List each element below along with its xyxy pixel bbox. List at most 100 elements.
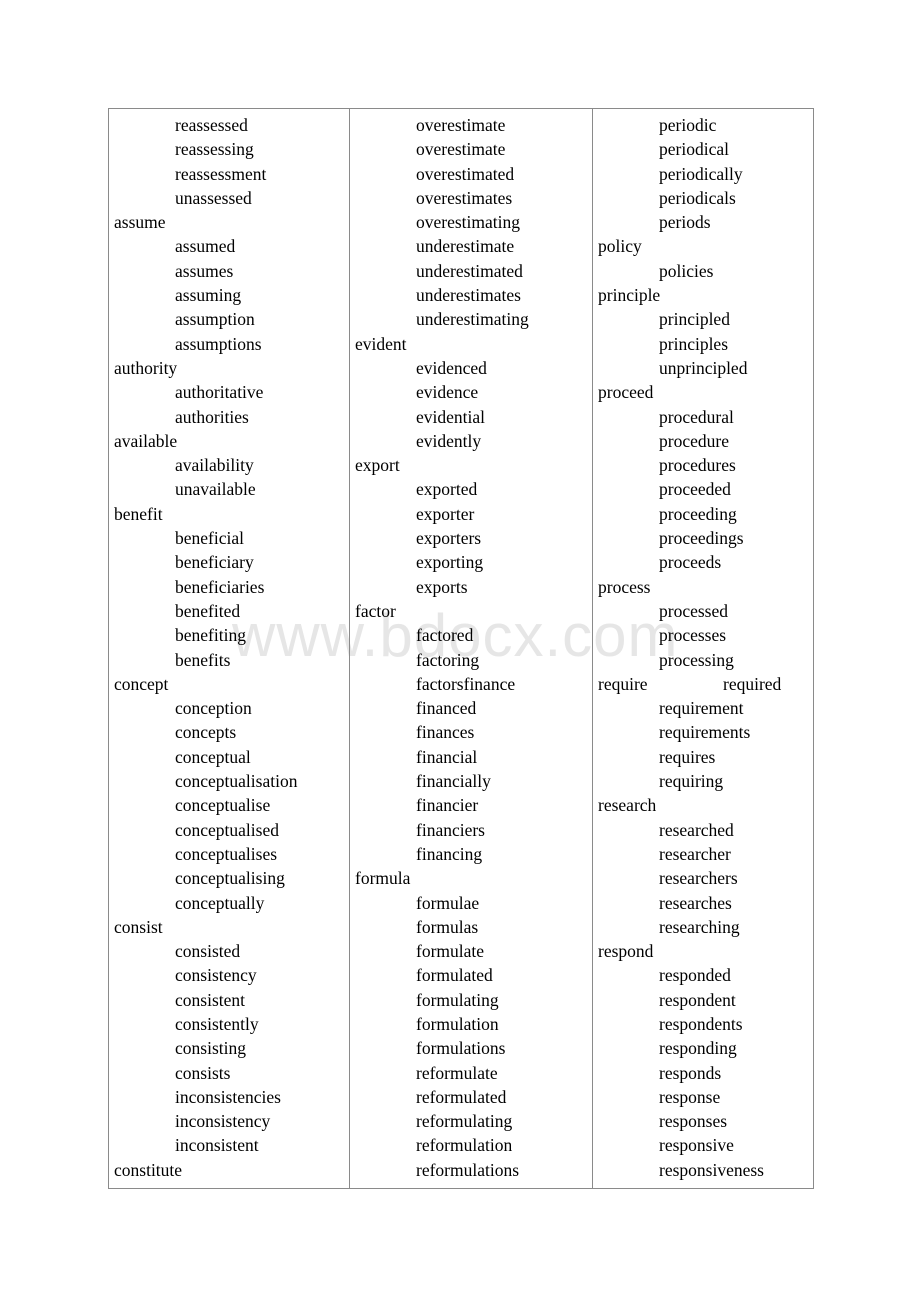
headword: principle <box>598 285 661 306</box>
derived-word: financier <box>416 795 479 816</box>
word-entry: assumption <box>109 307 349 331</box>
derived-word: exporters <box>416 528 482 549</box>
word-entry: consist <box>109 915 349 939</box>
derived-word: benefits <box>175 649 231 670</box>
word-entry: reassessing <box>109 137 349 161</box>
derived-word: conceptualise <box>175 795 271 816</box>
headword: process <box>598 576 651 597</box>
word-entry: financiers <box>350 818 592 842</box>
word-entry: periodical <box>593 137 813 161</box>
word-entry: processed <box>593 599 813 623</box>
derived-word: reassessed <box>175 115 248 135</box>
derived-word: reassessment <box>175 163 267 184</box>
word-entry: requiring <box>593 769 813 793</box>
derived-word: overestimated <box>416 163 515 184</box>
derived-word: responsiveness <box>659 1159 764 1180</box>
word-entry: constitute <box>109 1158 349 1182</box>
word-entry: formulations <box>350 1036 592 1060</box>
word-entry: evidential <box>350 405 592 429</box>
derived-word: financial <box>416 746 478 767</box>
word-entry: consists <box>109 1061 349 1085</box>
headword: policy <box>598 236 642 257</box>
headword: evident <box>355 333 407 354</box>
word-entry: authority <box>109 356 349 380</box>
word-column-1-body: reassessed reassessing reassessment unasses… <box>109 109 349 1188</box>
derived-word: exporting <box>416 552 484 573</box>
word-entry: inconsistency <box>109 1109 349 1133</box>
derived-word: beneficial <box>175 528 244 549</box>
headword: research <box>598 795 657 816</box>
derived-word: assumed <box>175 236 236 257</box>
word-entry: principles <box>593 332 813 356</box>
derived-word: exported <box>416 479 478 500</box>
derived-word: overestimate <box>416 139 506 160</box>
word-entry: factor <box>350 599 592 623</box>
word-entry: periods <box>593 210 813 234</box>
derived-word: processed <box>659 600 729 621</box>
headword: proceed <box>598 382 654 403</box>
word-entry: factorsfinance <box>350 672 592 696</box>
derived-word: proceeds <box>659 552 722 573</box>
derived-word: respondents <box>659 1013 743 1034</box>
word-entry: conception <box>109 696 349 720</box>
word-entry: responds <box>593 1061 813 1085</box>
word-entry: unassessed <box>109 186 349 210</box>
derived-word: formulae <box>416 892 480 913</box>
word-entry: proceedings <box>593 526 813 550</box>
word-entry: overestimate <box>350 113 592 137</box>
derived-word: consisted <box>175 941 241 962</box>
derived-word: factoring <box>416 649 480 670</box>
derived-word: formulations <box>416 1038 506 1059</box>
derived-word: responsive <box>659 1135 734 1156</box>
word-entry: reformulate <box>350 1061 592 1085</box>
word-entry: assumptions <box>109 332 349 356</box>
derived-word: benefiting <box>175 625 246 646</box>
word-entry: require required <box>593 672 813 696</box>
word-entry: overestimated <box>350 162 592 186</box>
derived-word: principled <box>659 309 730 330</box>
derived-word: financially <box>416 771 491 792</box>
word-entry: conceptualising <box>109 866 349 890</box>
derived-word: reformulations <box>416 1159 520 1180</box>
word-column-3-body: periodic periodical periodically periodical… <box>593 109 813 1188</box>
word-entry: responsive <box>593 1133 813 1157</box>
word-entry: consisted <box>109 939 349 963</box>
derived-word: formulating <box>416 989 499 1010</box>
derived-word: benefited <box>175 600 241 621</box>
word-entry: exported <box>350 477 592 501</box>
derived-word: financiers <box>416 819 485 840</box>
word-entry: beneficiaries <box>109 575 349 599</box>
derived-word: availability <box>175 455 254 476</box>
word-entry: exporters <box>350 526 592 550</box>
headword: formula <box>355 868 411 889</box>
word-entry: assumed <box>109 234 349 258</box>
word-entry: beneficiary <box>109 550 349 574</box>
word-entry: underestimated <box>350 259 592 283</box>
word-entry: assumes <box>109 259 349 283</box>
derived-word: procedure <box>659 430 729 451</box>
word-entry: requires <box>593 745 813 769</box>
derived-word: procedural <box>659 406 734 427</box>
derived-word: periods <box>659 212 711 233</box>
derived-word: reformulated <box>416 1086 507 1107</box>
derived-word: respondent <box>659 989 736 1010</box>
derived-word: proceeded <box>659 479 731 500</box>
word-entry: researched <box>593 818 813 842</box>
word-entry: periodic <box>593 113 813 137</box>
derived-word: proceedings <box>659 528 744 549</box>
word-entry: proceeds <box>593 550 813 574</box>
derived-word: exports <box>416 576 468 597</box>
derived-word: unprincipled <box>659 357 748 378</box>
derived-word: inconsistency <box>175 1111 271 1132</box>
derived-word: reformulating <box>416 1111 513 1132</box>
derived-word: conceptualising <box>175 868 285 889</box>
derived-word: periodically <box>659 163 743 184</box>
word-family-table: reassessed reassessing reassessment unasses… <box>108 107 814 1190</box>
word-entry: inconsistent <box>109 1133 349 1157</box>
derived-word: conceptually <box>175 892 265 913</box>
word-entry: financial <box>350 745 592 769</box>
derived-word: required <box>723 673 782 694</box>
derived-word: reformulate <box>416 1062 498 1083</box>
word-entry: conceptualise <box>109 793 349 817</box>
word-entry: processing <box>593 648 813 672</box>
